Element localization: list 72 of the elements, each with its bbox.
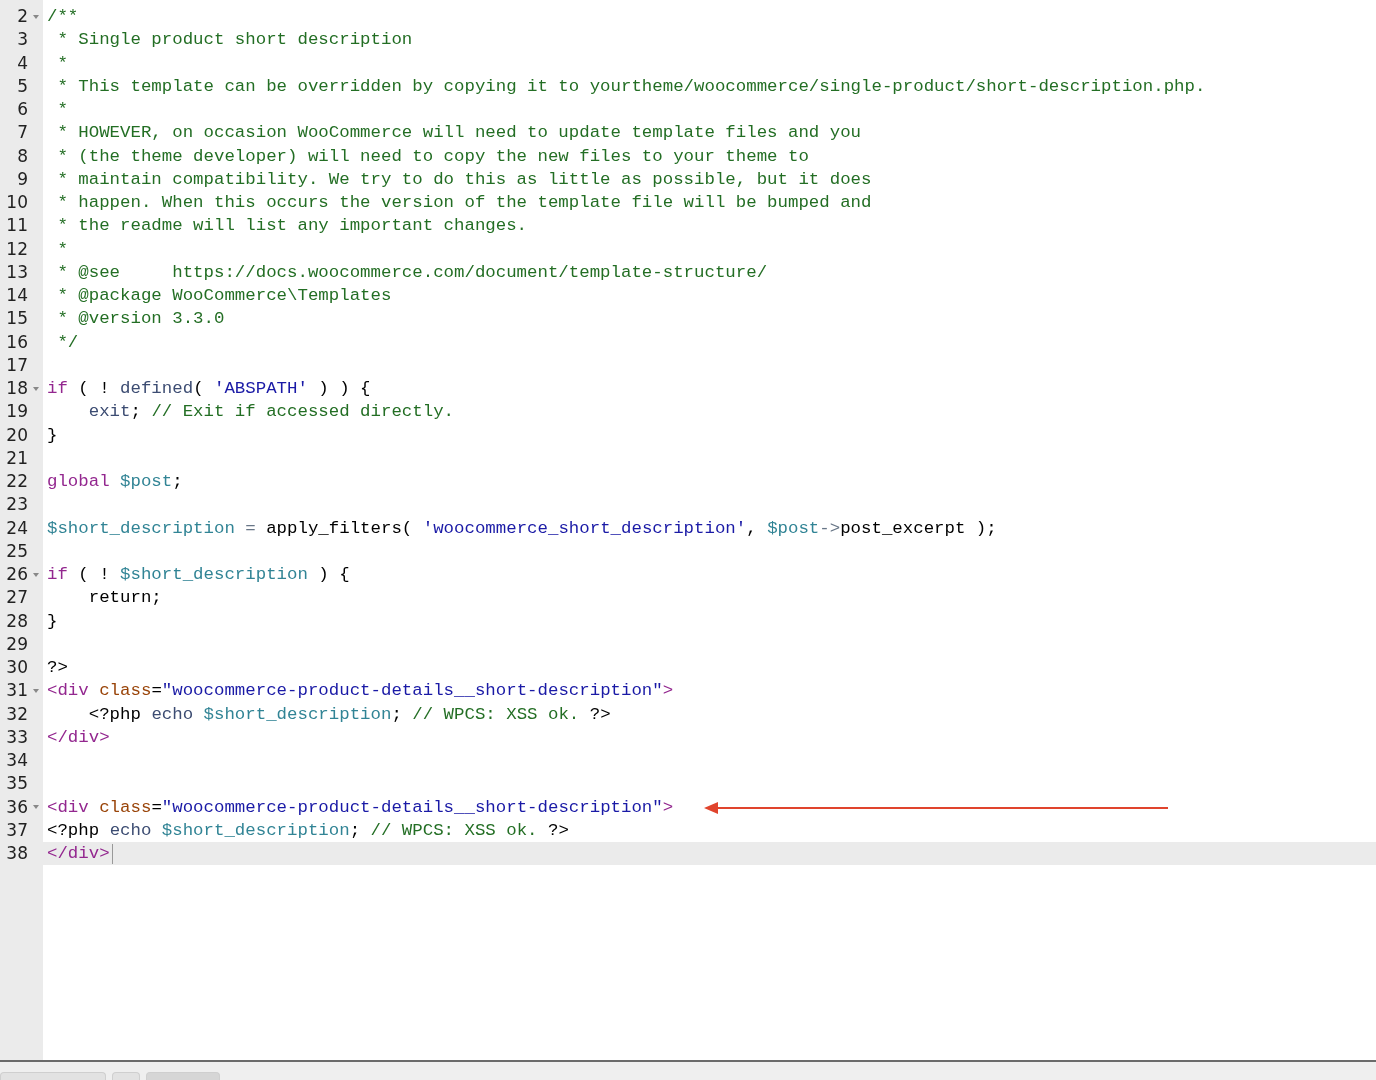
- line-number: 8: [17, 144, 28, 168]
- code-line: * @version 3.3.0: [56, 308, 225, 331]
- code-line: <div class="woocommerce-product-details__short-description">: [47, 680, 674, 703]
- code-line: <div class="woocommerce-product-details__short-description">: [47, 796, 674, 819]
- line-number: 26: [6, 563, 28, 586]
- line-number: 15: [6, 307, 28, 331]
- line-number: 2: [17, 5, 28, 28]
- line-number: 3: [17, 28, 28, 52]
- code-line: $short_description = apply_filters( 'woocommerce_short_description', $post->post_excerpt );: [47, 517, 997, 540]
- code-line: }: [47, 610, 58, 633]
- line-number: 6: [17, 98, 28, 121]
- code-line: /**: [47, 6, 79, 28]
- fold-caret-icon[interactable]: [32, 688, 39, 693]
- line-number: 20: [6, 423, 28, 447]
- line-number: 5: [17, 74, 28, 98]
- line-number: 31: [6, 679, 28, 703]
- line-number: 16: [6, 330, 28, 354]
- code-line: if ( ! defined( 'ABSPATH' ) ) {: [47, 378, 371, 400]
- code-line: *: [56, 99, 68, 121]
- line-number: 35: [6, 772, 28, 796]
- code-line: exit; // Exit if accessed directly.: [87, 401, 455, 424]
- line-number: 10: [6, 191, 28, 214]
- line-number: 24: [6, 516, 28, 540]
- line-number: 34: [6, 749, 28, 772]
- code-line: * maintain compatibility. We try to do this as little as possible, but it does: [56, 168, 872, 191]
- code-line: * HOWEVER, on occasion WooCommerce will need to update template files and you: [56, 122, 861, 145]
- code-line: * the readme will list any important changes.: [56, 215, 528, 238]
- code-line: * This template can be overridden by copying it to yourtheme/woocommerce/single-product/short-description.php.: [56, 75, 1206, 98]
- line-number: 18: [6, 377, 28, 400]
- line-number: 37: [6, 818, 28, 842]
- code-line: * @package WooCommerce\Templates: [56, 285, 392, 307]
- code-line: * @see https://docs.woocommerce.com/document/template-structure/: [56, 261, 768, 284]
- line-number: 38: [6, 842, 28, 865]
- line-number: 4: [17, 51, 28, 75]
- line-number: 33: [6, 725, 28, 749]
- line-number: 23: [6, 493, 28, 517]
- fold-caret-icon[interactable]: [32, 805, 39, 810]
- line-number: 25: [6, 539, 28, 563]
- code-line: */: [56, 331, 79, 354]
- line-number: 17: [6, 353, 28, 377]
- code-line: *: [56, 52, 68, 75]
- code-line: <?php echo $short_description; // WPCS: XSS ok. ?>: [47, 819, 569, 842]
- line-number: 27: [6, 586, 28, 610]
- line-number: 28: [6, 609, 28, 633]
- code-line: * happen. When this occurs the version of the template file will be bumped and: [56, 192, 872, 214]
- line-number: 21: [6, 446, 28, 470]
- code-line: * Single product short description: [56, 29, 413, 52]
- code-line: if ( ! $short_description ) {: [47, 564, 350, 586]
- line-number: 11: [6, 214, 28, 238]
- line-number: 32: [6, 702, 28, 726]
- code-line: return;: [87, 587, 162, 610]
- code-line: }: [47, 424, 58, 447]
- code-line: </div>: [47, 843, 110, 865]
- line-number: 14: [6, 284, 28, 307]
- line-number: 29: [6, 632, 28, 656]
- code-line: global $post;: [47, 471, 183, 493]
- line-number: 13: [6, 260, 28, 284]
- code-line: </div>: [47, 726, 110, 749]
- code-line: *: [56, 238, 68, 261]
- fold-caret-icon[interactable]: [32, 386, 39, 391]
- code-line: ?>: [47, 657, 68, 679]
- line-number: 22: [6, 470, 28, 493]
- fold-caret-icon[interactable]: [32, 572, 39, 577]
- line-number: 36: [6, 795, 28, 819]
- fold-caret-icon[interactable]: [32, 14, 39, 19]
- line-number: 19: [6, 400, 28, 424]
- code-line: <?php echo $short_description; // WPCS: XSS ok. ?>: [87, 703, 611, 726]
- line-number: 9: [17, 167, 28, 191]
- line-number: 12: [6, 237, 28, 261]
- code-line: * (the theme developer) will need to copy the new files to your theme to: [56, 145, 809, 168]
- line-number: 7: [17, 121, 28, 145]
- line-number: 30: [6, 656, 28, 679]
